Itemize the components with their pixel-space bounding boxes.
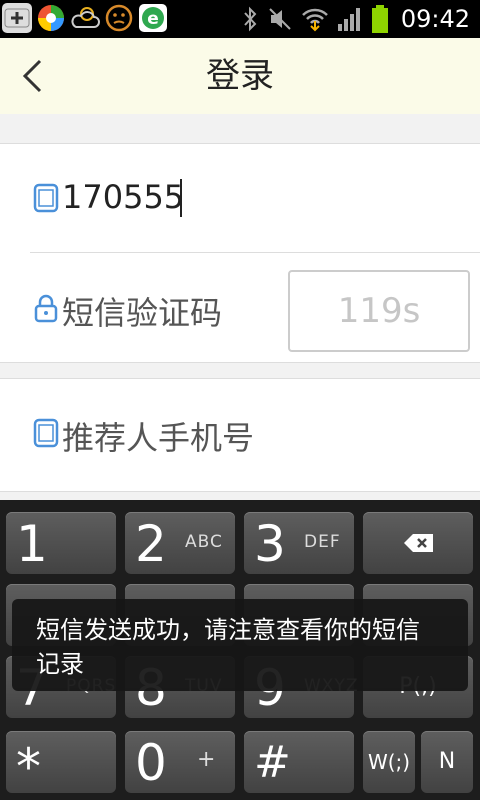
backspace-key[interactable] [363,512,473,574]
login-form-group: 170555 短信验证码 119s [0,143,480,363]
key-label: 1 [16,515,48,573]
key-label: N [438,749,456,774]
referrer-input[interactable]: 推荐人手机号 [62,413,254,459]
key-1[interactable]: 1 [6,512,116,574]
phone-field[interactable]: 170555 [30,174,480,224]
referrer-group: 推荐人手机号 [0,378,480,492]
back-arrow-icon[interactable] [18,58,48,94]
key-sublabel: DEF [304,532,341,552]
key-label: W(;) [367,750,411,774]
notification-icons: e [2,3,168,33]
backspace-icon [404,534,433,552]
key-2[interactable]: 2 ABC [125,512,235,574]
key-0[interactable]: 0 + [125,731,235,793]
resend-countdown-button[interactable]: 119s [288,270,470,352]
key-sublabel: ABC [185,532,223,552]
key-hash[interactable]: # [244,731,354,793]
key-label: 3 [254,515,286,573]
signal-icon [337,8,360,31]
phone-icon [33,418,59,448]
phone-input[interactable]: 170555 [62,178,184,216]
lock-icon [34,294,58,323]
header-bar: 登录 [0,38,480,114]
key-label: 0 [135,734,167,792]
key-label: * [16,738,41,796]
weather-icon [70,3,100,33]
add-icon [2,3,32,33]
phone-icon [33,183,59,213]
key-wait[interactable]: W(;) [363,731,415,793]
key-3[interactable]: 3 DEF [244,512,354,574]
wifi-icon [301,8,328,32]
sms-code-input[interactable]: 短信验证码 [62,288,222,334]
mute-icon [269,8,291,30]
battery-icon [371,5,388,33]
browser-icon: e [138,3,168,33]
svg-text:e: e [147,9,159,29]
app-store-icon [36,3,66,33]
divider [30,252,480,253]
face-icon [104,3,134,33]
toast-message: 短信发送成功，请注意查看你的短信记录 [12,599,468,691]
key-star[interactable]: * [6,731,116,796]
key-n[interactable]: N [421,731,473,793]
key-label: 2 [135,515,167,573]
key-label: # [254,737,291,788]
status-bar: e 09:42 [0,0,480,38]
system-icons: 09:42 [241,0,470,38]
clock: 09:42 [400,5,470,33]
bluetooth-icon [244,6,257,32]
key-sublabel: + [197,747,217,772]
page-title: 登录 [206,56,274,96]
text-caret [180,179,182,217]
referrer-field[interactable]: 推荐人手机号 [30,409,480,459]
